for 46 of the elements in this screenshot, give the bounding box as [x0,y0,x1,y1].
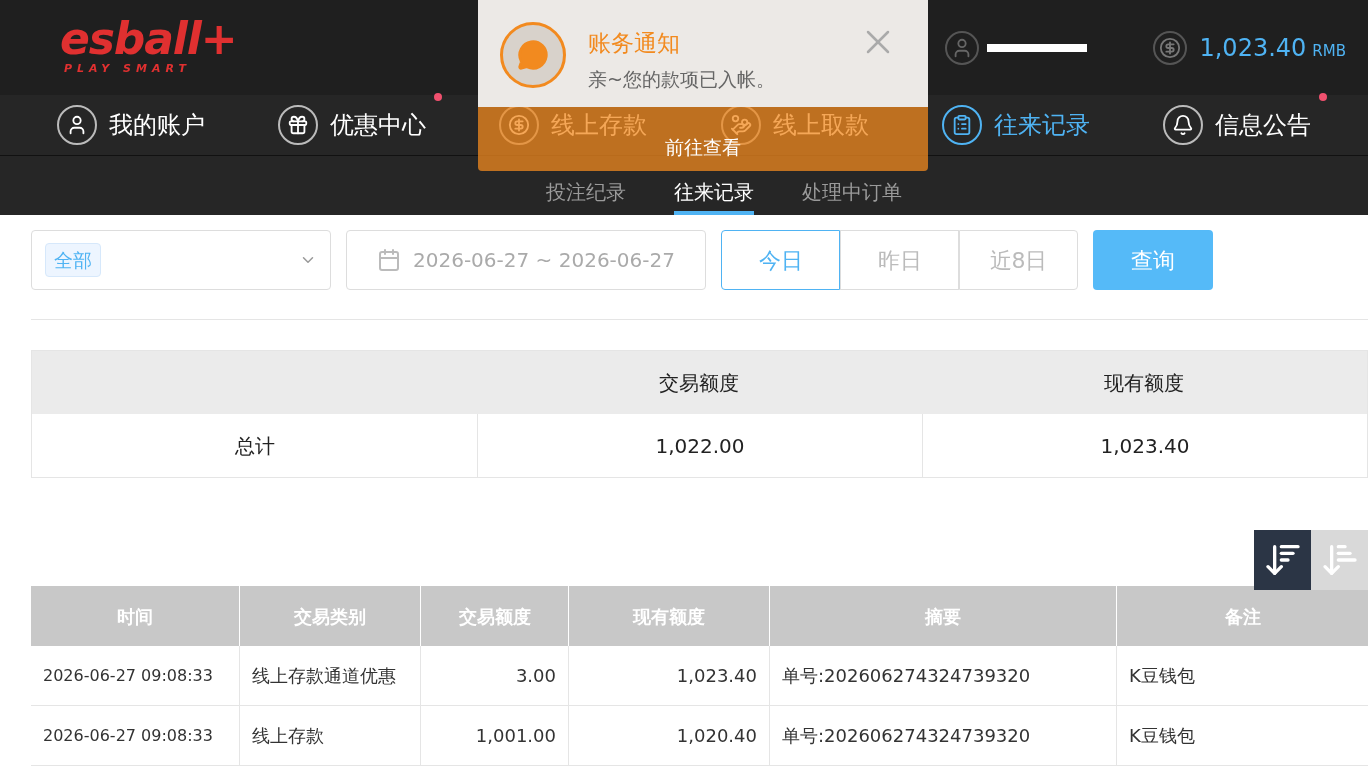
table-cell: K豆钱包 [1129,663,1195,688]
user-icon [56,105,97,145]
notification-title: 账务通知 [588,29,681,58]
notification-message: 亲~您的款项已入帐。 [588,66,775,92]
logo-text: esball+ [60,17,237,62]
nav-item[interactable]: 往来记录 [941,105,1090,145]
table-cell: 单号:202606274324739320 [782,723,1031,748]
sub-tab[interactable]: 处理中订单 [802,173,902,215]
date-preset-button[interactable]: 昨日 [840,230,959,290]
currency-label: RMB [1312,41,1346,63]
table-cell-text: 2026-06-27 09:08:33 [43,664,213,687]
sort-button[interactable] [1254,530,1311,590]
table-cell-text: 2026-06-27 09:08:33 [43,724,213,747]
date-range-field[interactable]: 2026-06-27 ~ 2026-06-27 [346,230,706,290]
table-cell: K豆钱包 [1129,723,1195,748]
logo[interactable]: esball+ PLAY SMART [60,17,237,78]
nav-item[interactable]: 优惠中心 [278,105,426,145]
table-cell: 1,020.40 [676,723,757,748]
table-cell: 线上存款通道优惠 [252,663,396,688]
table-cell: 1,001.00 [475,723,556,748]
date-range-text: 2026-06-27 ~ 2026-06-27 [413,247,675,274]
search-button[interactable]: 查询 [1093,230,1213,290]
dollar-icon [1153,30,1188,65]
summary-cell-text: 1,023.40 [1100,432,1190,460]
summary-header: 现有额度 [1104,369,1185,397]
balance-amount: 1,023.40 [1199,32,1307,64]
date-preset-button[interactable]: 近8日 [959,230,1078,290]
table-cell: 单号:202606274324739320 [782,663,1031,688]
table-cell: 线上存款 [252,723,324,748]
bell-icon [1163,105,1204,145]
clipboard-icon [941,105,982,145]
gift-icon [278,105,318,145]
nav-item[interactable]: 我的账户 [56,105,205,145]
logo-tagline: PLAY SMART [64,61,192,78]
table-cell: 1,023.40 [676,663,757,688]
calendar-icon [377,248,401,272]
table-cell: 3.00 [515,663,556,688]
nav-item[interactable]: 信息公告 [1163,105,1312,145]
summary-cell-text: 总计 [234,432,275,460]
type-tag: 全部 [45,242,101,278]
summary-header: 交易额度 [659,369,739,397]
summary-cell-text: 1,022.00 [655,432,745,460]
user-icon [945,30,980,65]
sub-tab[interactable]: 投注纪录 [546,173,626,215]
date-preset-button[interactable]: 今日 [721,230,840,290]
type-select[interactable]: 全部 [31,230,331,290]
